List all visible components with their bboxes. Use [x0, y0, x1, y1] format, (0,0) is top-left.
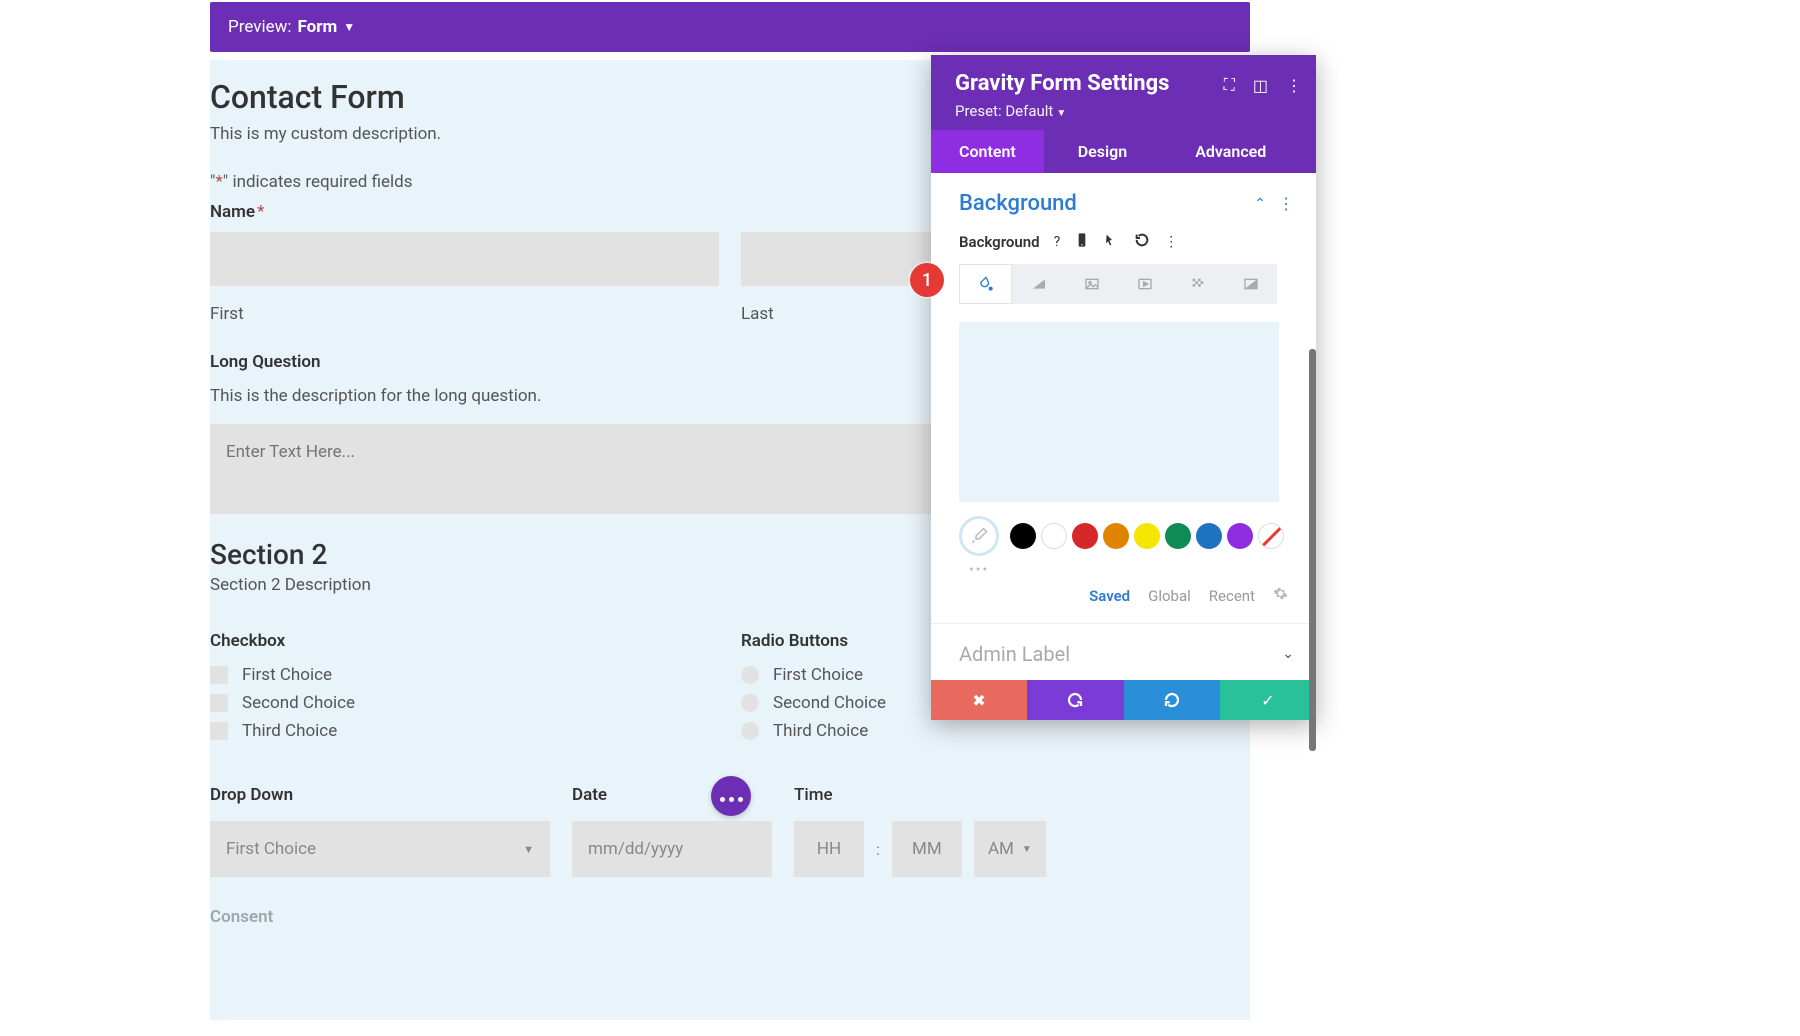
color-swatch-none[interactable]	[1258, 523, 1284, 549]
time-ampm-select[interactable]: AM▼	[974, 821, 1046, 877]
checkbox-icon[interactable]	[210, 694, 228, 712]
bg-gradient-tab[interactable]	[1012, 264, 1065, 304]
preview-bar: Preview: Form ▼	[210, 2, 1250, 52]
bg-video-tab[interactable]	[1118, 264, 1171, 304]
radio-icon[interactable]	[741, 722, 759, 740]
redo-button[interactable]	[1124, 680, 1220, 720]
preview-value[interactable]: Form	[298, 17, 338, 37]
help-icon[interactable]: ?	[1054, 234, 1061, 250]
step-badge: 1	[910, 263, 944, 297]
radio-icon[interactable]	[741, 666, 759, 684]
color-swatch[interactable]	[1165, 523, 1191, 549]
eyedropper-button[interactable]	[959, 516, 999, 556]
gear-icon[interactable]	[1273, 586, 1288, 605]
panel-header: Gravity Form Settings Preset: Default▼ ⛶…	[931, 55, 1316, 130]
color-swatch[interactable]	[1041, 523, 1067, 549]
color-swatch[interactable]	[1227, 523, 1253, 549]
more-actions-button[interactable]	[711, 776, 751, 816]
reset-icon[interactable]	[1134, 232, 1150, 252]
color-swatch[interactable]	[1196, 523, 1222, 549]
palette-global-tab[interactable]: Global	[1148, 587, 1191, 605]
section-background-title[interactable]: Background	[959, 191, 1077, 216]
tab-design[interactable]: Design	[1044, 130, 1161, 173]
tab-content[interactable]: Content	[931, 130, 1044, 173]
panel-tabs: Content Design Advanced	[931, 130, 1316, 173]
expand-icon[interactable]: ⛶	[1224, 75, 1235, 95]
caret-down-icon: ▼	[1022, 844, 1032, 855]
chevron-down-icon: ⌄	[1282, 646, 1294, 662]
save-button[interactable]: ✓	[1220, 680, 1316, 720]
dropdown-select[interactable]: First Choice ▼	[210, 821, 550, 877]
more-icon	[718, 787, 745, 806]
date-input[interactable]: mm/dd/yyyy	[572, 821, 772, 877]
checkbox-option[interactable]: First Choice	[210, 665, 719, 685]
time-label: Time	[794, 785, 1250, 805]
checkbox-icon[interactable]	[210, 722, 228, 740]
tab-advanced[interactable]: Advanced	[1161, 130, 1294, 173]
panel-body: Background ⌃ ⋮ Background ? ⋮	[931, 173, 1316, 623]
hover-icon[interactable]	[1104, 232, 1120, 252]
more-vertical-icon[interactable]: ⋮	[1164, 234, 1178, 250]
checkbox-icon[interactable]	[210, 666, 228, 684]
color-swatch[interactable]	[1134, 523, 1160, 549]
more-swatches-icon[interactable]: •••	[969, 562, 1294, 578]
columns-icon[interactable]: ◫	[1253, 76, 1268, 95]
color-swatch[interactable]	[1103, 523, 1129, 549]
undo-button[interactable]	[1027, 680, 1123, 720]
color-preview[interactable]	[959, 322, 1279, 502]
preset-dropdown[interactable]: Preset: Default▼	[955, 102, 1298, 120]
checkbox-option[interactable]: Third Choice	[210, 721, 719, 741]
color-swatch[interactable]	[1072, 523, 1098, 549]
bg-mask-tab[interactable]	[1224, 264, 1277, 304]
caret-down-icon: ▼	[1056, 108, 1066, 119]
bg-image-tab[interactable]	[1065, 264, 1118, 304]
first-name-input[interactable]	[210, 232, 719, 286]
redo-icon	[1163, 691, 1181, 709]
close-icon: ✖	[972, 691, 985, 710]
bg-pattern-tab[interactable]	[1171, 264, 1224, 304]
undo-icon	[1066, 691, 1084, 709]
required-star-icon: *	[257, 202, 264, 222]
radio-icon[interactable]	[741, 694, 759, 712]
checkbox-label: Checkbox	[210, 631, 719, 651]
checkbox-option[interactable]: Second Choice	[210, 693, 719, 713]
time-hh-input[interactable]: HH	[794, 821, 864, 877]
background-label: Background	[959, 233, 1040, 251]
bg-color-tab[interactable]	[959, 264, 1012, 304]
preview-label: Preview:	[228, 17, 292, 37]
dropdown-label: Drop Down	[210, 785, 550, 805]
radio-option[interactable]: Third Choice	[741, 721, 1250, 741]
settings-panel: Gravity Form Settings Preset: Default▼ ⛶…	[931, 55, 1316, 720]
section-admin-label[interactable]: Admin Label ⌄	[931, 623, 1316, 680]
caret-down-icon: ▼	[523, 843, 534, 856]
cancel-button[interactable]: ✖	[931, 680, 1027, 720]
check-icon: ✓	[1261, 691, 1274, 710]
consent-label: Consent	[210, 907, 1250, 927]
palette-recent-tab[interactable]: Recent	[1209, 587, 1255, 605]
mobile-icon[interactable]	[1074, 232, 1090, 252]
more-vertical-icon[interactable]: ⋮	[1278, 194, 1294, 213]
chevron-up-icon[interactable]: ⌃	[1254, 196, 1266, 212]
more-vertical-icon[interactable]: ⋮	[1286, 76, 1302, 95]
palette-saved-tab[interactable]: Saved	[1089, 587, 1130, 605]
caret-down-icon[interactable]: ▼	[343, 20, 355, 34]
first-name-sublabel: First	[210, 304, 719, 324]
time-mm-input[interactable]: MM	[892, 821, 962, 877]
color-swatch[interactable]	[1010, 523, 1036, 549]
time-colon: :	[876, 840, 880, 859]
scrollbar[interactable]	[1309, 349, 1316, 751]
